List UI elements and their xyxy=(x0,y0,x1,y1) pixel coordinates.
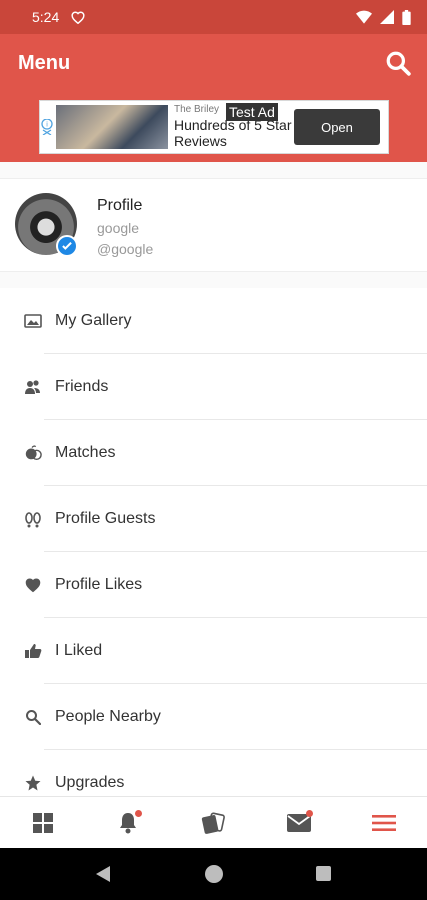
menu-item-people-nearby[interactable]: People Nearby xyxy=(0,684,427,750)
ad-brand: The Briley xyxy=(174,104,220,115)
profile-name: Profile xyxy=(97,197,143,214)
menu-item-label: Upgrades xyxy=(55,774,125,791)
menu-item-matches[interactable]: Matches xyxy=(0,420,427,486)
cards-icon xyxy=(202,811,226,834)
search-icon xyxy=(24,708,42,726)
friends-icon xyxy=(24,378,42,396)
back-icon[interactable] xyxy=(96,866,110,882)
menu-item-profile-likes[interactable]: Profile Likes xyxy=(0,552,427,618)
search-icon[interactable] xyxy=(385,50,411,76)
heart-outline-icon xyxy=(71,11,85,24)
menu-item-label: Profile Guests xyxy=(55,510,156,527)
menu-item-label: Matches xyxy=(55,444,116,461)
status-time: 5:24 xyxy=(32,9,60,25)
menu-icon xyxy=(372,814,397,831)
gallery-icon xyxy=(24,312,42,330)
menu-item-label: Profile Likes xyxy=(55,576,143,593)
ad-image xyxy=(56,105,168,149)
nav-messages-button[interactable] xyxy=(284,808,314,838)
menu-item-upgrades[interactable]: Upgrades xyxy=(0,750,427,796)
menu-item-label: People Nearby xyxy=(55,708,161,725)
verified-icon xyxy=(56,235,78,257)
menu-item-label: I Liked xyxy=(55,642,103,659)
nav-dashboard-button[interactable] xyxy=(28,808,58,838)
thumbs-up-icon xyxy=(24,642,42,660)
profile-subtitle: google xyxy=(97,220,140,236)
status-bar: 5:24 xyxy=(0,0,427,34)
profile-handle: @google xyxy=(97,241,154,257)
profile-card[interactable]: Profile google @google xyxy=(0,178,427,272)
nav-notifications-button[interactable] xyxy=(113,808,143,838)
footprints-icon xyxy=(24,510,42,528)
message-badge xyxy=(305,809,313,817)
home-icon[interactable] xyxy=(205,865,223,883)
star-icon xyxy=(24,774,42,792)
ad-banner[interactable]: i The Briley Hundreds of 5 Star Reviews … xyxy=(39,100,389,154)
notification-badge xyxy=(135,809,143,817)
menu-item-profile-guests[interactable]: Profile Guests xyxy=(0,486,427,552)
grid-icon xyxy=(32,812,53,833)
system-nav-bar xyxy=(0,848,427,900)
svg-text:i: i xyxy=(46,122,48,129)
menu-item-label: Friends xyxy=(55,378,109,395)
menu-item-label: My Gallery xyxy=(55,312,132,329)
nav-encounters-button[interactable] xyxy=(198,808,228,838)
page-title: Menu xyxy=(18,52,71,74)
matches-icon xyxy=(24,444,42,462)
battery-icon xyxy=(402,9,411,25)
heart-icon xyxy=(24,576,42,594)
menu-list: My Gallery Friends Matches Profile Guest… xyxy=(0,288,427,796)
wifi-icon xyxy=(356,10,372,24)
menu-item-friends[interactable]: Friends xyxy=(0,354,427,420)
bottom-nav xyxy=(0,796,427,848)
signal-icon xyxy=(380,10,394,24)
recents-icon[interactable] xyxy=(316,866,331,881)
test-ad-label: Test Ad xyxy=(226,103,278,121)
ad-open-button[interactable]: Open xyxy=(294,109,380,145)
menu-item-my-gallery[interactable]: My Gallery xyxy=(0,288,427,354)
menu-item-i-liked[interactable]: I Liked xyxy=(0,618,427,684)
nav-menu-button[interactable] xyxy=(369,808,399,838)
ad-info-icon[interactable]: i xyxy=(40,119,54,135)
